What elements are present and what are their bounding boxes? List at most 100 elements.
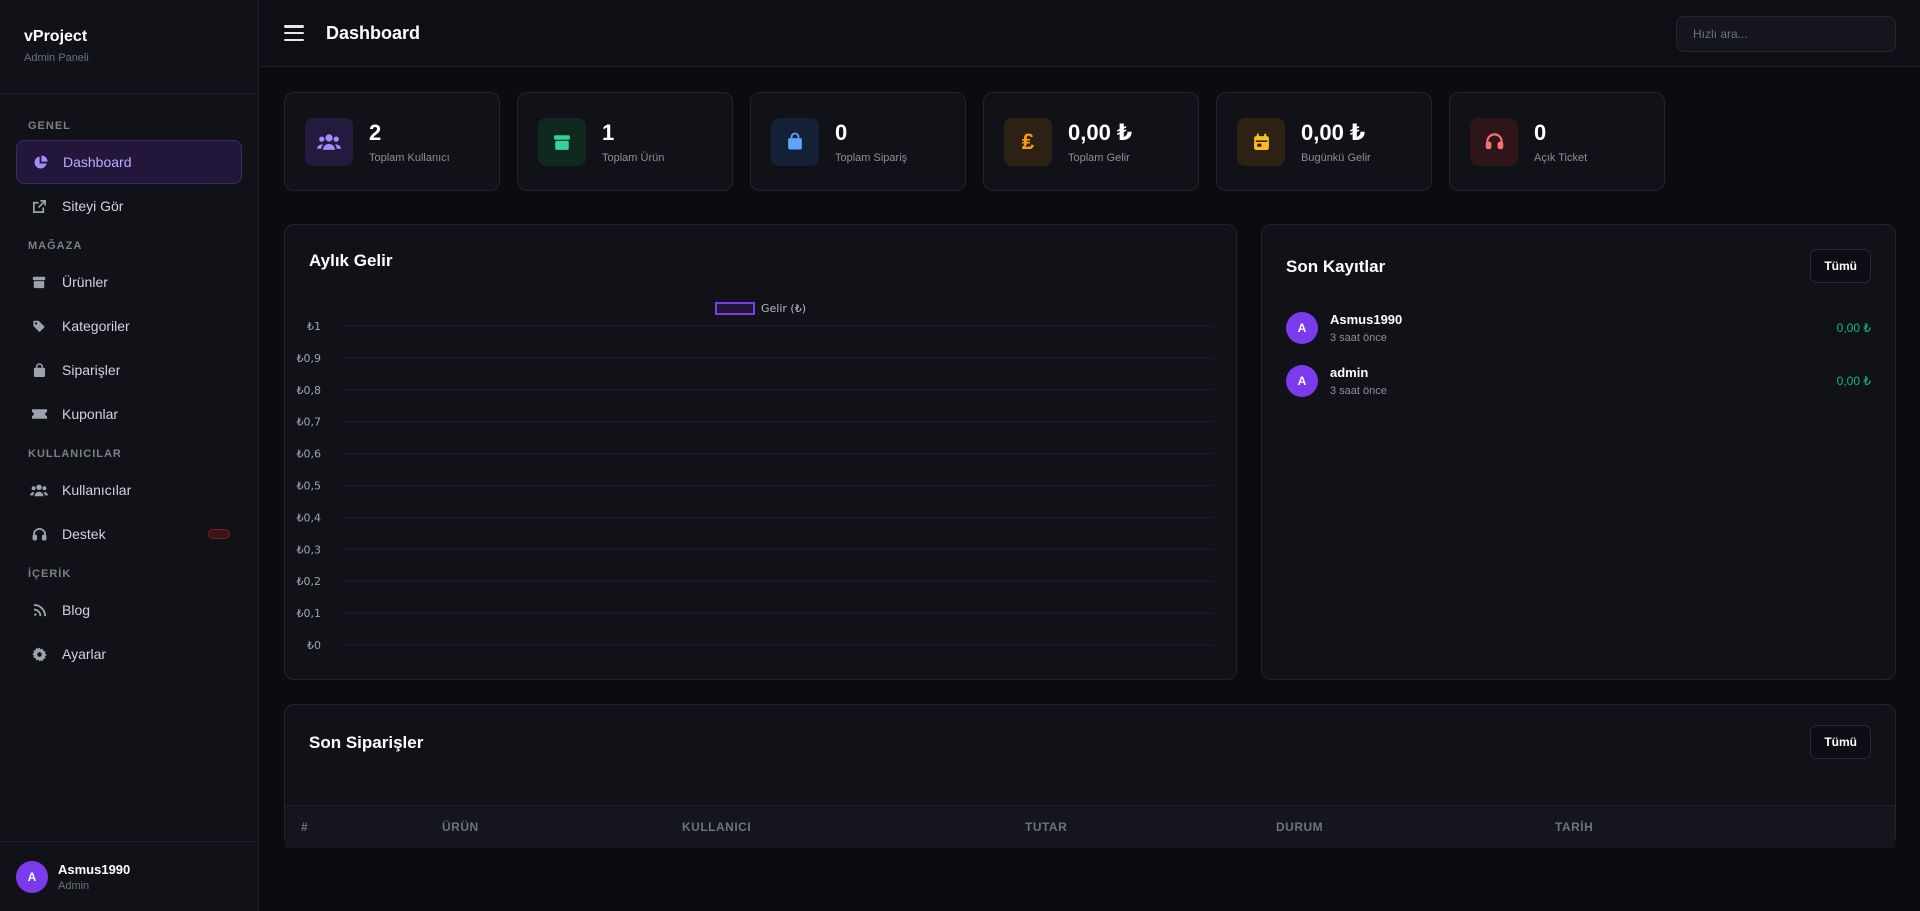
menu-icon[interactable] xyxy=(284,25,304,41)
y-tick-label: ₺0,4 xyxy=(297,511,322,524)
column-header[interactable]: DURUM xyxy=(1276,820,1323,834)
sidebar-item-categories[interactable]: Kategoriler xyxy=(16,304,242,348)
orders-table-header: # ÜRÜN KULLANICI TUTAR DURUM TARİH xyxy=(285,805,1895,848)
y-tick-label: ₺0,7 xyxy=(297,416,322,429)
stat-value: 0 xyxy=(835,119,848,145)
avatar: A xyxy=(1286,312,1318,344)
top-header: Dashboard xyxy=(260,0,1920,67)
panel-title: Son Kayıtlar xyxy=(1286,257,1386,276)
panel-title: Son Siparişler xyxy=(309,733,424,752)
stat-value: 0,00 ₺ xyxy=(1068,119,1133,145)
registration-time: 3 saat önce xyxy=(1330,332,1387,344)
stat-value: 0 xyxy=(1534,119,1547,145)
sidebar-item-users[interactable]: Kullanıcılar xyxy=(16,468,242,512)
stat-label: Toplam Sipariş xyxy=(835,151,908,164)
sidebar-item-settings[interactable]: Ayarlar xyxy=(16,632,242,676)
stat-label: Toplam Kullanıcı xyxy=(369,151,450,164)
stat-label: Açık Ticket xyxy=(1534,151,1588,164)
rss-icon xyxy=(28,602,50,618)
sidebar: vProject Admin Paneli GENEL Dashboard Si… xyxy=(0,0,259,911)
nav-section-content: İÇERİK xyxy=(28,568,72,580)
box-icon xyxy=(28,274,50,290)
users-icon xyxy=(305,117,353,166)
search-input[interactable] xyxy=(1676,16,1896,52)
calendar-icon xyxy=(1237,117,1285,166)
sidebar-user[interactable]: A Asmus1990 Admin xyxy=(0,841,259,911)
sidebar-item-support[interactable]: Destek xyxy=(16,512,242,556)
stat-cards: 2 Toplam Kullanıcı 1 Toplam Ürün 0 Topla… xyxy=(284,92,1665,191)
sidebar-item-blog[interactable]: Blog xyxy=(16,588,242,632)
column-header[interactable]: TUTAR xyxy=(1025,820,1067,834)
sidebar-item-orders[interactable]: Siparişler xyxy=(16,348,242,392)
nav-section-users: KULLANICILAR xyxy=(28,448,122,460)
sidebar-item-view-site[interactable]: Siteyi Gör xyxy=(16,184,242,228)
users-icon xyxy=(28,482,50,498)
sidebar-nav: GENEL Dashboard Siteyi Gör MAĞAZA Ürünle… xyxy=(0,94,258,676)
stat-card-orders: 0 Toplam Sipariş xyxy=(750,92,966,191)
gear-icon xyxy=(28,646,50,662)
stat-card-open-tickets: 0 Açık Ticket xyxy=(1449,92,1665,191)
registration-time: 3 saat önce xyxy=(1330,385,1387,397)
stat-label: Bugünkü Gelir xyxy=(1301,151,1371,164)
sidebar-item-label: Kullanıcılar xyxy=(62,482,132,498)
sidebar-item-label: Dashboard xyxy=(63,154,132,170)
registration-name: Asmus1990 xyxy=(1330,312,1403,327)
stat-value: 0,00 ₺ xyxy=(1301,119,1366,145)
registration-name: admin xyxy=(1330,365,1369,380)
view-all-orders-button[interactable]: Tümü xyxy=(1810,725,1871,759)
revenue-chart: ₺1 ₺0,9 ₺0,8 ₺0,7 ₺0,6 ₺0,5 ₺0,4 ₺0,3 ₺0,2 ₺0,1 ₺0 xyxy=(297,320,1213,652)
sidebar-item-coupons[interactable]: Kuponlar xyxy=(16,392,242,436)
stat-card-today-revenue: 0,00 ₺ Bugünkü Gelir xyxy=(1216,92,1432,191)
column-header[interactable]: # xyxy=(301,820,308,834)
list-item[interactable]: A Asmus1990 3 saat önce 0,00 ₺ xyxy=(1286,308,1871,348)
sidebar-item-label: Kategoriler xyxy=(62,318,130,334)
column-header[interactable]: TARİH xyxy=(1555,820,1593,834)
y-tick-label: ₺0,5 xyxy=(297,480,322,493)
stat-value: 1 xyxy=(602,119,615,145)
y-tick-label: ₺0,6 xyxy=(297,448,322,461)
page-title: Dashboard xyxy=(326,22,421,43)
view-all-registrations-button[interactable]: Tümü xyxy=(1810,249,1871,283)
stat-card-users: 2 Toplam Kullanıcı xyxy=(284,92,500,191)
stat-value: 2 xyxy=(369,119,382,145)
registration-amount: 0,00 ₺ xyxy=(1836,374,1871,388)
sidebar-item-dashboard[interactable]: Dashboard xyxy=(16,140,242,184)
avatar: A xyxy=(1286,365,1318,397)
monthly-revenue-panel: Aylık Gelir Gelir (₺) ₺1 ₺0,9 ₺0,8 ₺0,7 ₺0,6… xyxy=(284,224,1237,680)
y-tick-label: ₺0,3 xyxy=(297,543,322,556)
nav-section-general: GENEL xyxy=(28,120,71,132)
pie-chart-icon xyxy=(29,154,51,170)
user-name: Asmus1990 xyxy=(58,861,131,877)
tags-icon xyxy=(28,318,50,334)
y-tick-label: ₺0,9 xyxy=(297,352,322,365)
sidebar-item-label: Blog xyxy=(62,602,91,618)
user-role: Admin xyxy=(58,879,90,892)
column-header[interactable]: KULLANICI xyxy=(682,820,751,834)
list-item[interactable]: A admin 3 saat önce 0,00 ₺ xyxy=(1286,361,1871,401)
brand: vProject Admin Paneli xyxy=(0,0,258,94)
external-link-icon xyxy=(28,198,50,214)
brand-name: vProject xyxy=(24,28,88,45)
avatar: A xyxy=(16,860,48,893)
recent-registrations-panel: Son Kayıtlar Tümü A Asmus1990 3 saat önc… xyxy=(1261,224,1896,680)
registration-amount: 0,00 ₺ xyxy=(1836,321,1871,335)
sidebar-item-label: Ürünler xyxy=(62,274,108,290)
stat-card-products: 1 Toplam Ürün xyxy=(517,92,733,191)
sidebar-item-label: Ayarlar xyxy=(62,646,107,662)
sidebar-item-label: Siteyi Gör xyxy=(62,198,124,214)
y-tick-label: ₺0,1 xyxy=(297,607,322,620)
sidebar-item-label: Siparişler xyxy=(62,362,121,378)
ticket-icon xyxy=(28,406,50,422)
column-header[interactable]: ÜRÜN xyxy=(442,820,479,834)
shopping-bag-icon xyxy=(28,362,50,378)
sidebar-item-label: Destek xyxy=(62,526,106,542)
y-tick-label: ₺1 xyxy=(307,320,321,333)
brand-subtitle: Admin Paneli xyxy=(24,52,89,64)
recent-orders-panel: Son Siparişler Tümü # ÜRÜN KULLANICI TUT… xyxy=(284,704,1896,848)
y-tick-label: ₺0,2 xyxy=(297,575,322,588)
stat-label: Toplam Gelir xyxy=(1068,151,1130,164)
shopping-bag-icon xyxy=(771,117,819,166)
sidebar-item-products[interactable]: Ürünler xyxy=(16,260,242,304)
lira-icon: ₤ xyxy=(1004,117,1052,166)
y-tick-label: ₺0 xyxy=(307,639,321,652)
